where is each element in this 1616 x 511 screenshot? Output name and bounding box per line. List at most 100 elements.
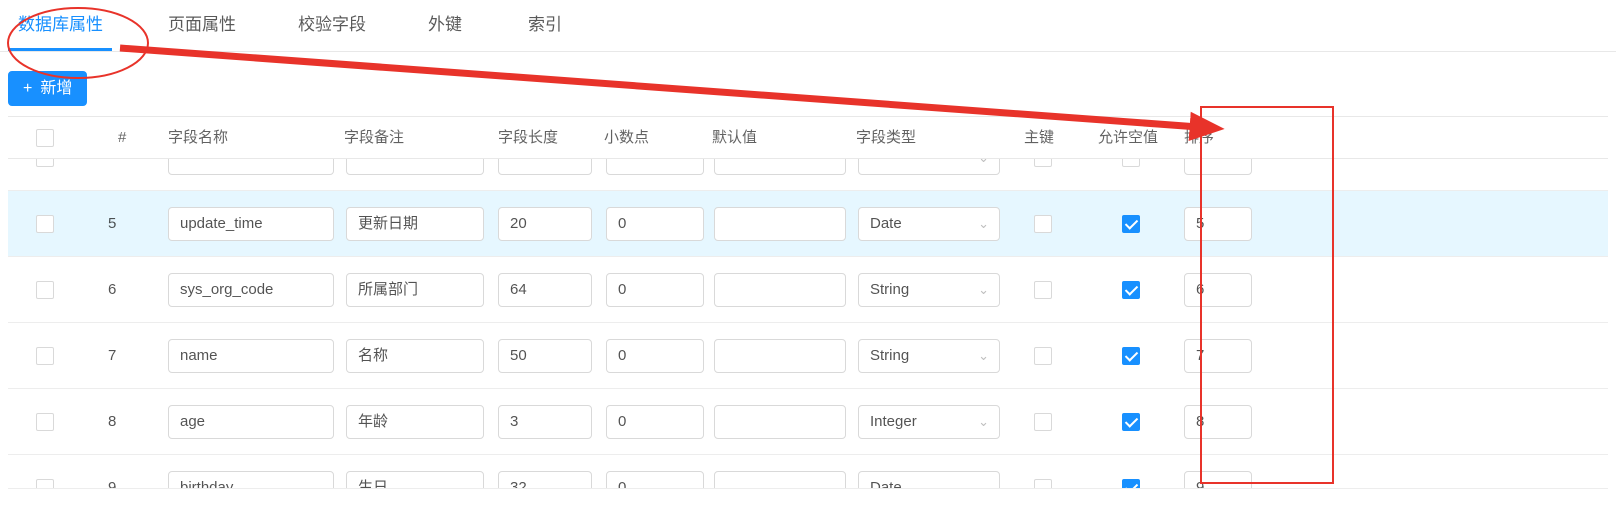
- field-type-select[interactable]: ⌄: [858, 159, 1000, 175]
- column-header-sort: 排序: [1184, 129, 1215, 146]
- field-note-input[interactable]: 生日: [346, 471, 484, 488]
- page-root: 数据库属性 页面属性 校验字段 外键 索引 + 新增 # 字段名称 字段备注 字段长度 小数点 默认…: [0, 0, 1616, 511]
- row-index: 8: [108, 413, 117, 430]
- row-select-checkbox[interactable]: [36, 347, 54, 365]
- chevron-down-icon: ⌄: [978, 282, 989, 297]
- field-name-input[interactable]: sys_org_code: [168, 273, 334, 307]
- row-index: 6: [108, 281, 117, 298]
- primary-key-checkbox[interactable]: [1034, 159, 1052, 167]
- field-def-input[interactable]: [714, 273, 846, 307]
- field-len-input[interactable]: 64: [498, 273, 592, 307]
- add-button-label: 新增: [40, 80, 73, 97]
- field-table: # 字段名称 字段备注 字段长度 小数点 默认值 字段类型 主键 允许空值 排序 ⌄ 5 update…: [8, 116, 1608, 511]
- field-note-input[interactable]: 名称: [346, 339, 484, 373]
- nullable-checkbox[interactable]: [1122, 347, 1140, 365]
- row-select-checkbox[interactable]: [36, 215, 54, 233]
- row-select-checkbox[interactable]: [36, 413, 54, 431]
- table-header-row: # 字段名称 字段备注 字段长度 小数点 默认值 字段类型 主键 允许空值 排序: [8, 117, 1608, 159]
- select-all-checkbox[interactable]: [36, 129, 54, 147]
- table-row[interactable]: 7 name 名称 50 0 String ⌄ 7: [8, 323, 1608, 389]
- field-sort-input[interactable]: 7: [1184, 339, 1252, 373]
- field-note-input[interactable]: 年龄: [346, 405, 484, 439]
- field-name-input[interactable]: name: [168, 339, 334, 373]
- field-sort-input[interactable]: 9: [1184, 471, 1252, 488]
- plus-icon: +: [23, 80, 33, 97]
- field-dec-input[interactable]: 0: [606, 207, 704, 241]
- field-type-value: Date: [870, 479, 902, 489]
- row-select-checkbox[interactable]: [36, 159, 54, 167]
- field-sort-input[interactable]: 5: [1184, 207, 1252, 241]
- table-row[interactable]: 8 age 年龄 3 0 Integer ⌄ 8: [8, 389, 1608, 455]
- field-def-input[interactable]: [714, 207, 846, 241]
- chevron-down-icon: ⌄: [978, 480, 989, 489]
- field-type-select[interactable]: String ⌄: [858, 339, 1000, 373]
- active-tab-underline: [8, 48, 112, 51]
- table-body: ⌄ 5 update_time 更新日期 20 0 Date ⌄ 5 6 sys_org_code 所…: [8, 159, 1608, 489]
- field-type-value: String: [870, 281, 910, 298]
- row-index: 7: [108, 347, 117, 364]
- chevron-down-icon: ⌄: [978, 414, 989, 429]
- field-def-input[interactable]: [714, 339, 846, 373]
- table-row[interactable]: 5 update_time 更新日期 20 0 Date ⌄ 5: [8, 191, 1608, 257]
- column-header-len: 字段长度: [498, 129, 559, 146]
- field-note-input[interactable]: 所属部门: [346, 273, 484, 307]
- add-button[interactable]: + 新增: [8, 71, 88, 106]
- nullable-checkbox[interactable]: [1122, 479, 1140, 488]
- field-type-value: Integer: [870, 413, 917, 430]
- table-row[interactable]: 9 birthday 生日 32 0 Date ⌄ 9: [8, 455, 1608, 489]
- row-select-checkbox[interactable]: [36, 479, 54, 488]
- nullable-checkbox[interactable]: [1122, 215, 1140, 233]
- field-def-input[interactable]: [714, 405, 846, 439]
- primary-key-checkbox[interactable]: [1034, 215, 1052, 233]
- field-type-select[interactable]: Integer ⌄: [858, 405, 1000, 439]
- field-def-input[interactable]: [714, 159, 846, 175]
- field-sort-input[interactable]: 6: [1184, 273, 1252, 307]
- field-def-input[interactable]: [714, 471, 846, 488]
- primary-key-checkbox[interactable]: [1034, 347, 1052, 365]
- field-type-select[interactable]: Date ⌄: [858, 471, 1000, 489]
- field-sort-input[interactable]: [1184, 159, 1252, 175]
- field-len-input[interactable]: 20: [498, 207, 592, 241]
- field-len-input[interactable]: 32: [498, 471, 592, 488]
- chevron-down-icon: ⌄: [978, 159, 989, 174]
- chevron-down-icon: ⌄: [978, 216, 989, 231]
- column-header-null: 允许空值: [1098, 129, 1159, 146]
- tab-4[interactable]: 索引: [528, 12, 562, 38]
- table-row[interactable]: 6 sys_org_code 所属部门 64 0 String ⌄ 6: [8, 257, 1608, 323]
- column-header-dec: 小数点: [604, 129, 650, 146]
- chevron-down-icon: ⌄: [978, 348, 989, 363]
- field-dec-input[interactable]: [606, 159, 704, 175]
- field-dec-input[interactable]: 0: [606, 471, 704, 488]
- field-name-input[interactable]: birthday: [168, 471, 334, 488]
- field-len-input[interactable]: 50: [498, 339, 592, 373]
- primary-key-checkbox[interactable]: [1034, 413, 1052, 431]
- field-dec-input[interactable]: 0: [606, 273, 704, 307]
- nullable-checkbox[interactable]: [1122, 413, 1140, 431]
- field-name-input[interactable]: [168, 159, 334, 175]
- nullable-checkbox[interactable]: [1122, 281, 1140, 299]
- primary-key-checkbox[interactable]: [1034, 479, 1052, 488]
- select-all-checkbox-cell: [36, 129, 54, 152]
- row-select-checkbox[interactable]: [36, 281, 54, 299]
- field-sort-input[interactable]: 8: [1184, 405, 1252, 439]
- field-dec-input[interactable]: 0: [606, 339, 704, 373]
- field-type-select[interactable]: String ⌄: [858, 273, 1000, 307]
- field-note-input[interactable]: 更新日期: [346, 207, 484, 241]
- field-len-input[interactable]: 3: [498, 405, 592, 439]
- field-note-input[interactable]: [346, 159, 484, 175]
- column-header-type: 字段类型: [856, 129, 917, 146]
- table-row[interactable]: ⌄: [8, 159, 1608, 191]
- field-len-input[interactable]: [498, 159, 592, 175]
- tab-2[interactable]: 校验字段: [298, 12, 366, 38]
- field-name-input[interactable]: age: [168, 405, 334, 439]
- column-header-pk: 主键: [1024, 129, 1055, 146]
- tab-3[interactable]: 外键: [428, 12, 462, 38]
- tab-0[interactable]: 数据库属性: [18, 12, 103, 38]
- field-type-select[interactable]: Date ⌄: [858, 207, 1000, 241]
- tab-1[interactable]: 页面属性: [168, 12, 236, 38]
- column-header-idx: #: [118, 129, 127, 146]
- field-dec-input[interactable]: 0: [606, 405, 704, 439]
- primary-key-checkbox[interactable]: [1034, 281, 1052, 299]
- nullable-checkbox[interactable]: [1122, 159, 1140, 167]
- field-name-input[interactable]: update_time: [168, 207, 334, 241]
